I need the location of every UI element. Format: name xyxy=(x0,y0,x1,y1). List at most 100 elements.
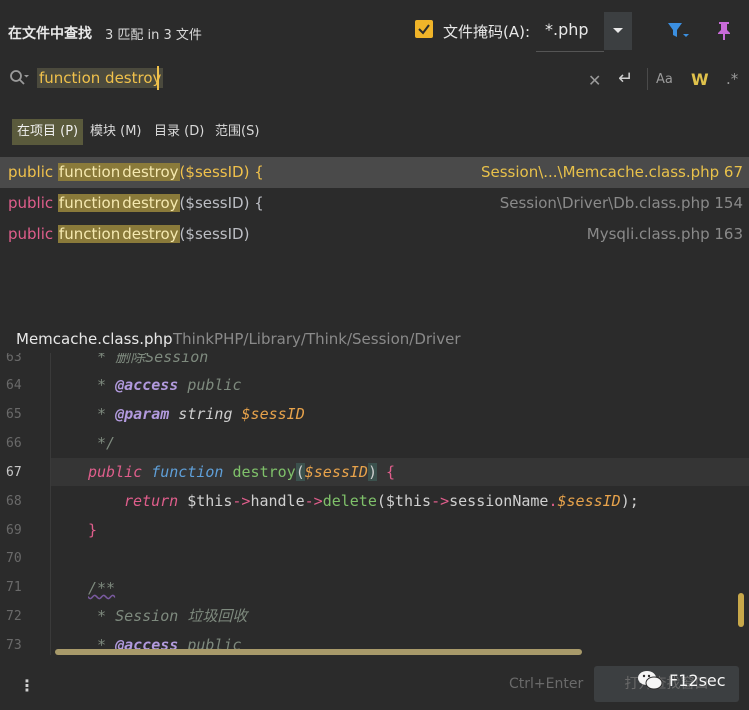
line-number: 69 xyxy=(6,523,22,538)
result-keyword: public xyxy=(8,163,54,181)
dialog-title: 在文件中查找 xyxy=(8,26,92,42)
keyword-public: public xyxy=(88,463,152,481)
search-input[interactable]: function destroy xyxy=(37,68,164,88)
clear-icon[interactable]: ✕ xyxy=(588,71,601,90)
preview-header: Memcache.class.php ThinkPHP/Library/Thin… xyxy=(0,325,749,353)
doc-comment: * Session 垃圾回收 xyxy=(88,607,248,625)
code-line-current: public function destroy($sessID) { xyxy=(51,458,749,486)
code-line: return $this->handle->delete($this->sess… xyxy=(124,487,749,515)
result-code: ($sessID) { xyxy=(179,194,264,212)
result-row[interactable]: public function destroy($sessID) { Sessio… xyxy=(0,157,749,188)
param-variable: $sessID xyxy=(304,463,368,481)
code-line: * 删除Session xyxy=(88,353,749,371)
wechat-icon xyxy=(638,671,663,690)
brace-close: } xyxy=(88,521,98,539)
match-case-icon[interactable]: Aa xyxy=(656,72,673,87)
line-number: 63 xyxy=(6,353,22,365)
doc-comment: * xyxy=(88,405,116,423)
code-line: */ xyxy=(88,429,749,457)
this-ref: $this xyxy=(187,492,233,510)
vertical-scrollbar[interactable] xyxy=(738,593,744,627)
toolbar-divider xyxy=(647,68,648,90)
arrow-op: -> xyxy=(431,492,450,510)
file-mask-label: 文件掩码(A): xyxy=(443,23,531,41)
concat-op: . xyxy=(548,492,558,510)
preview-file-name: Memcache.class.php xyxy=(16,330,173,348)
line-number: 70 xyxy=(6,551,22,566)
new-line-icon[interactable]: ↵ xyxy=(618,68,633,89)
result-match: destroy xyxy=(121,163,180,181)
tab-in-project[interactable]: 在项目 (P) xyxy=(12,119,84,145)
search-icon[interactable] xyxy=(9,69,29,91)
result-code: ($sessID) { xyxy=(179,163,264,181)
result-match: function xyxy=(57,163,122,181)
watermark: F12sec xyxy=(637,670,726,690)
code-preview[interactable]: 63 64 65 66 67 68 69 70 71 72 73 * 删除Ses… xyxy=(0,353,749,655)
horizontal-scrollbar[interactable] xyxy=(55,649,582,655)
tab-scope[interactable]: 范围(S) xyxy=(215,119,259,145)
doc-variable: $sessID xyxy=(241,405,305,423)
keyword-return: return xyxy=(124,492,188,510)
function-name: destroy xyxy=(232,463,296,481)
line-number-current: 67 xyxy=(6,465,22,480)
paren-close: ) xyxy=(367,463,377,481)
file-mask-dropdown[interactable] xyxy=(604,12,632,50)
preview-file-path: ThinkPHP/Library/Think/Session/Driver xyxy=(173,330,461,348)
doc-tag: @access xyxy=(115,376,179,394)
code-line: } xyxy=(88,516,749,544)
doc-comment: public xyxy=(178,376,242,394)
line-number: 64 xyxy=(6,378,22,393)
doc-tag: @param xyxy=(115,405,170,423)
watermark-text: F12sec xyxy=(669,670,726,690)
result-match: function xyxy=(57,225,122,243)
line-number: 71 xyxy=(6,580,22,595)
result-row[interactable]: public function destroy($sessID) { Sessio… xyxy=(0,188,749,219)
arrow-op: -> xyxy=(232,492,251,510)
result-keyword: public xyxy=(8,194,54,212)
result-match: function xyxy=(57,194,122,212)
code-line: * @param string $sessID xyxy=(88,400,749,428)
paren-open: ( xyxy=(295,463,305,481)
result-row[interactable]: public function destroy($sessID) Mysqli.c… xyxy=(0,219,749,250)
regex-icon[interactable]: .* xyxy=(726,70,738,88)
pin-icon[interactable] xyxy=(716,21,732,45)
tab-directory[interactable]: 目录 (D) xyxy=(154,119,204,145)
line-number: 73 xyxy=(6,638,22,653)
property: handle xyxy=(250,492,305,510)
code-line: * @access public xyxy=(88,371,749,399)
doc-comment: * 删除Session xyxy=(88,353,209,366)
shortcut-hint: Ctrl+Enter xyxy=(509,676,584,692)
result-code: ($sessID) xyxy=(179,225,250,243)
method-call: delete xyxy=(322,492,377,510)
result-match: destroy xyxy=(121,225,180,243)
param-variable: $sessID xyxy=(557,492,621,510)
tab-module[interactable]: 模块 (M) xyxy=(90,119,142,145)
doc-comment: */ xyxy=(88,434,116,452)
more-options-icon[interactable]: ⋮ xyxy=(19,676,35,695)
checkmark-icon xyxy=(418,24,430,35)
result-keyword: public xyxy=(8,225,54,243)
file-mask-checkbox[interactable] xyxy=(415,20,433,38)
code-line: * Session 垃圾回收 xyxy=(88,602,749,630)
match-count: 3 匹配 in 3 文件 xyxy=(105,28,202,43)
file-mask-value[interactable]: *.php xyxy=(545,20,589,39)
doc-comment: * xyxy=(88,376,116,394)
doc-type: string xyxy=(169,405,242,423)
arrow-op: -> xyxy=(304,492,323,510)
result-file: Mysqli.class.php 163 xyxy=(586,225,743,243)
line-gutter: 63 64 65 66 67 68 69 70 71 72 73 xyxy=(0,353,51,655)
line-number: 68 xyxy=(6,494,22,509)
paren-close: ); xyxy=(620,492,639,510)
chevron-down-icon xyxy=(613,28,623,33)
result-match: destroy xyxy=(121,194,180,212)
filter-icon[interactable] xyxy=(667,22,689,44)
result-file: Session\...\Memcache.class.php 67 xyxy=(480,163,743,181)
this-ref: $this xyxy=(385,492,432,510)
code-line: /** xyxy=(88,574,749,602)
doc-comment-open: /** xyxy=(88,579,116,597)
line-number: 72 xyxy=(6,609,22,624)
text-caret xyxy=(157,66,159,90)
whole-words-icon[interactable]: W xyxy=(691,70,709,89)
keyword-function: function xyxy=(151,463,233,481)
property: sessionName xyxy=(449,492,549,510)
